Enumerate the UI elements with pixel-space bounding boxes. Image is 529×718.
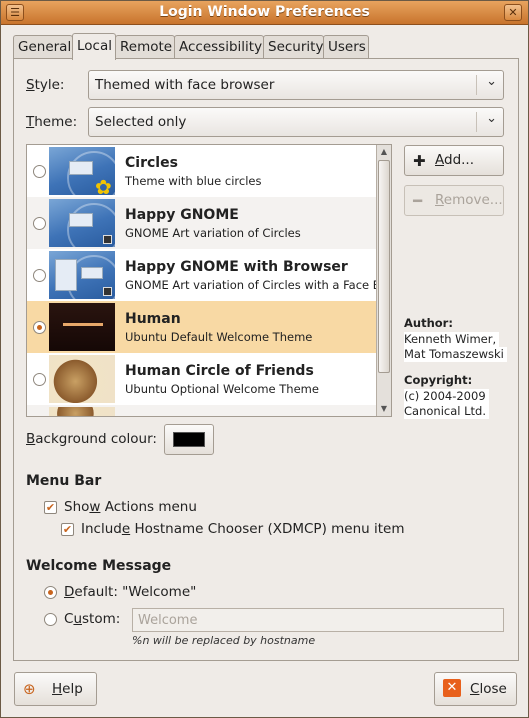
author-name-1: Kenneth Wimer, [404, 332, 500, 347]
theme-description: GNOME Art variation of Circles with a Fa… [125, 278, 381, 292]
scroll-up-icon[interactable]: ▲ [377, 145, 391, 159]
gnome-foot-icon [103, 287, 112, 296]
theme-combo[interactable]: Selected only ⌄ [88, 107, 504, 137]
plus-icon: ✚ [413, 152, 426, 170]
theme-thumbnail [49, 407, 115, 416]
tab-general[interactable]: General [13, 35, 73, 59]
chevron-down-icon: ⌄ [486, 111, 497, 126]
scrollbar-thumb[interactable] [378, 160, 390, 373]
theme-thumbnail [49, 199, 115, 247]
theme-radio[interactable] [33, 373, 46, 386]
copyright-label: Copyright: [404, 373, 473, 387]
theme-radio[interactable] [33, 321, 46, 334]
author-label: Author: [404, 316, 453, 330]
theme-radio[interactable] [33, 165, 46, 178]
custom-welcome-input[interactable] [133, 609, 503, 631]
close-icon: ✕ [443, 679, 461, 697]
theme-thumbnail [49, 355, 115, 403]
custom-welcome-field[interactable] [132, 608, 504, 632]
menu-bar-heading: Menu Bar [26, 473, 102, 489]
tab-users[interactable]: Users [323, 35, 369, 59]
theme-name: Human [125, 311, 181, 327]
show-actions-checkbox[interactable]: ✔ [44, 501, 57, 514]
theme-row[interactable]: ✿ Circles Theme with blue circles [27, 145, 377, 197]
theme-description: GNOME Art variation of Circles [125, 226, 301, 240]
theme-label: Theme: [26, 114, 78, 130]
include-hostname-checkbox[interactable]: ✔ [61, 523, 74, 536]
include-hostname-label: Include Hostname Chooser (XDMCP) menu it… [81, 521, 405, 537]
help-button[interactable]: ⊕ Help [14, 672, 97, 706]
theme-radio[interactable] [33, 217, 46, 230]
remove-theme-button[interactable]: ━ Remove... [404, 185, 504, 216]
copyright-line-1: (c) 2004-2009 [404, 389, 489, 404]
theme-description: Theme with blue circles [125, 174, 262, 188]
theme-row[interactable]: Human Circle of Friends Ubuntu Optional … [27, 353, 377, 405]
tab-local[interactable]: Local [72, 33, 116, 60]
theme-name: Happy GNOME with Browser [125, 259, 348, 275]
add-theme-button[interactable]: ✚ Add... [404, 145, 504, 176]
close-window-icon[interactable]: ✕ [504, 4, 522, 21]
close-button[interactable]: ✕ Close [434, 672, 517, 706]
theme-thumbnail [49, 251, 115, 299]
help-icon: ⊕ [23, 680, 36, 698]
background-colour-label: Background colour: [26, 431, 157, 447]
style-label: Style: [26, 77, 65, 93]
welcome-message-heading: Welcome Message [26, 558, 172, 574]
tab-accessibility[interactable]: Accessibility [174, 35, 264, 59]
default-welcome-label: Default: "Welcome" [64, 584, 197, 600]
theme-name: Happy GNOME [125, 207, 239, 223]
author-name-2: Mat Tomaszewski [404, 347, 507, 362]
window-title: Login Window Preferences [159, 4, 370, 20]
hostname-hint: %n will be replaced by hostname [132, 634, 316, 647]
custom-welcome-label: Custom: [64, 611, 121, 627]
gnome-foot-icon [103, 235, 112, 244]
default-welcome-radio[interactable] [44, 586, 57, 599]
theme-row[interactable]: Human Ubuntu Default Welcome Theme [27, 301, 377, 353]
show-actions-label: Show Actions menu [64, 499, 197, 515]
tab-remote[interactable]: Remote [115, 35, 175, 59]
custom-welcome-radio[interactable] [44, 613, 57, 626]
theme-name: Circles [125, 155, 178, 171]
theme-row[interactable] [27, 405, 377, 416]
chevron-down-icon: ⌄ [486, 74, 497, 89]
theme-list[interactable]: ✿ Circles Theme with blue circles Happy … [26, 144, 392, 417]
tab-security[interactable]: Security [263, 35, 324, 59]
flower-icon: ✿ [95, 175, 112, 195]
theme-radio[interactable] [33, 269, 46, 282]
theme-thumbnail: ✿ [49, 147, 115, 195]
scroll-down-icon[interactable]: ▼ [377, 402, 391, 416]
theme-value: Selected only [95, 114, 187, 130]
theme-row[interactable]: Happy GNOME GNOME Art variation of Circl… [27, 197, 377, 249]
minus-icon: ━ [413, 192, 423, 210]
background-colour-button[interactable] [164, 424, 214, 455]
style-value: Themed with face browser [95, 77, 275, 93]
theme-description: Ubuntu Optional Welcome Theme [125, 382, 319, 396]
theme-thumbnail [49, 303, 115, 351]
title-bar: ☰ Login Window Preferences ✕ [1, 1, 528, 25]
colour-swatch [173, 432, 205, 447]
theme-name: Human Circle of Friends [125, 363, 314, 379]
theme-description: Ubuntu Default Welcome Theme [125, 330, 313, 344]
preferences-window: ☰ Login Window Preferences ✕ General Loc… [0, 0, 529, 718]
copyright-line-2: Canonical Ltd. [404, 404, 489, 419]
theme-list-scrollbar[interactable]: ▲ ▼ [376, 145, 391, 416]
theme-row[interactable]: Happy GNOME with Browser GNOME Art varia… [27, 249, 381, 301]
style-combo[interactable]: Themed with face browser ⌄ [88, 70, 504, 100]
